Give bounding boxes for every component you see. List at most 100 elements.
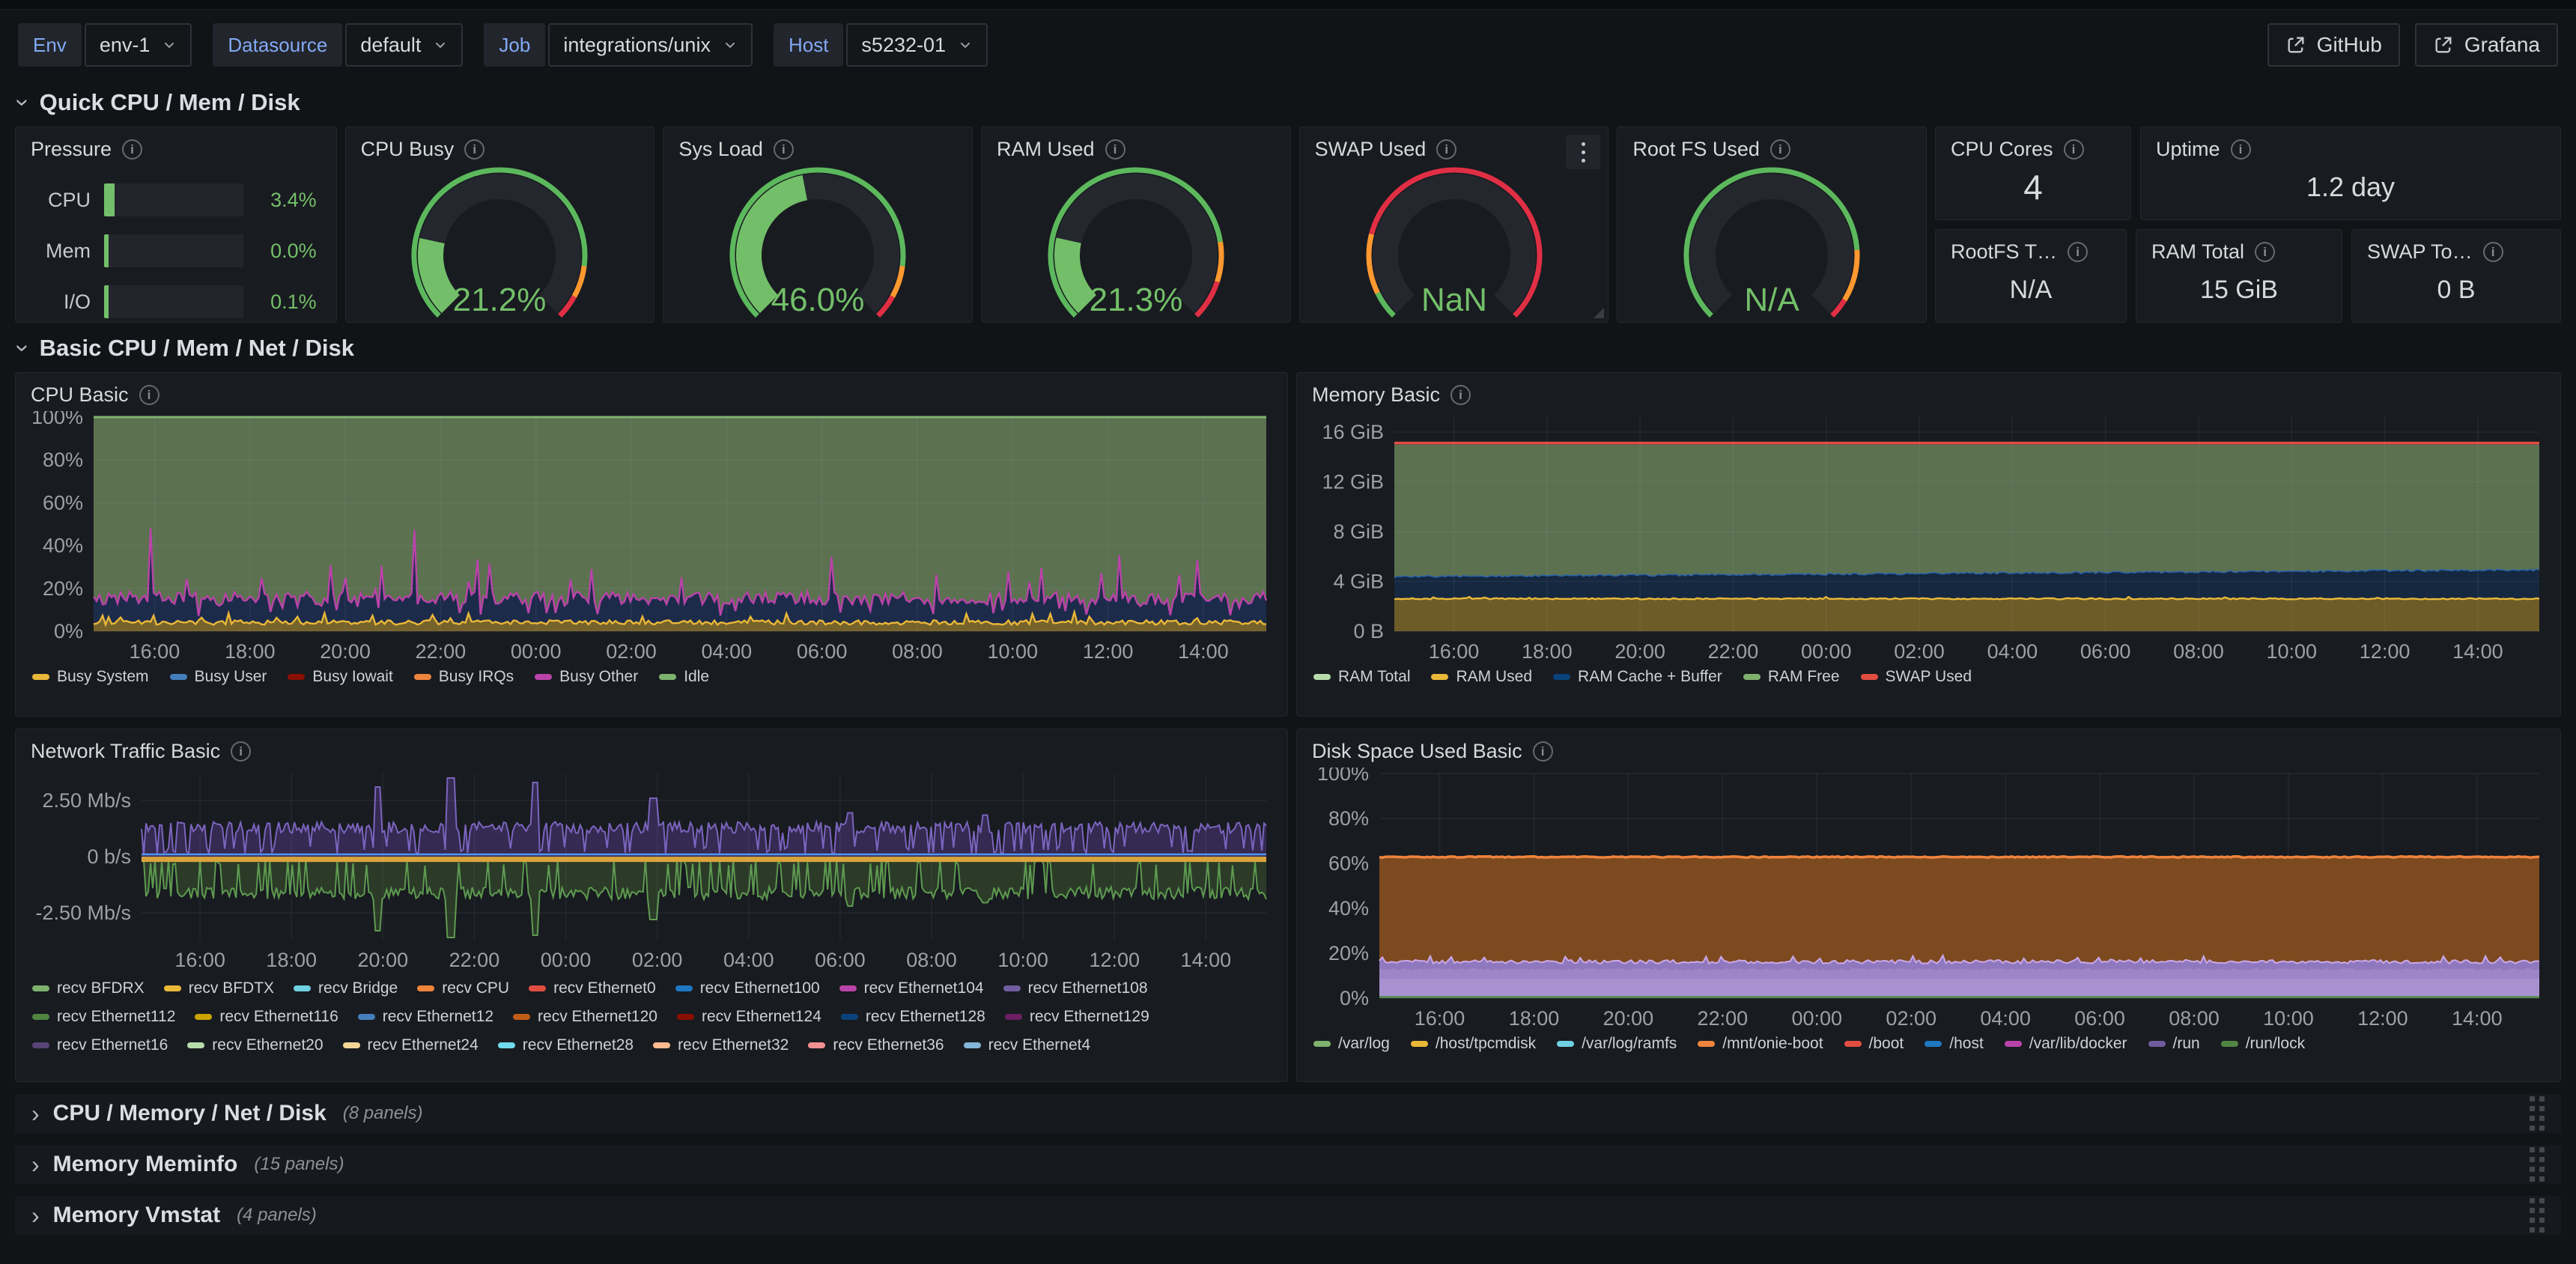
row-header-basic[interactable]: › Basic CPU / Mem / Net / Disk <box>19 335 2576 362</box>
legend-item[interactable]: recv Ethernet129 <box>1005 1008 1149 1026</box>
legend-item[interactable]: recv Ethernet0 <box>529 979 656 997</box>
legend-swatch <box>964 1042 981 1048</box>
panel-title[interactable]: SWAP To…i <box>2352 230 2560 264</box>
info-icon[interactable]: i <box>2068 242 2088 262</box>
legend-item[interactable]: recv Ethernet108 <box>1003 979 1148 997</box>
chart-canvas[interactable]: 100%80%60%40%20%0%16:0018:0020:0022:0000… <box>28 411 1274 661</box>
legend-item[interactable]: /var/lib/docker <box>2005 1035 2127 1053</box>
legend-item[interactable]: /boot <box>1844 1035 1904 1053</box>
legend-item[interactable]: Busy Other <box>535 668 638 686</box>
variable-value-dropdown[interactable]: s5232-01 <box>846 23 988 67</box>
variable-value-dropdown[interactable]: env-1 <box>85 23 192 67</box>
row-header-quick[interactable]: › Quick CPU / Mem / Disk <box>19 89 2576 116</box>
legend-item[interactable]: recv Ethernet16 <box>32 1036 168 1054</box>
legend-item[interactable]: RAM Free <box>1743 668 1840 686</box>
legend-item[interactable]: /var/log/ramfs <box>1557 1035 1677 1053</box>
info-icon[interactable]: i <box>464 139 484 159</box>
panel-title[interactable]: Root FS Usedi <box>1617 127 1926 161</box>
legend-item[interactable]: /host <box>1925 1035 1984 1053</box>
legend-item[interactable]: /run <box>2148 1035 2200 1053</box>
drag-handle-icon[interactable] <box>2530 1147 2545 1182</box>
info-icon[interactable]: i <box>1436 139 1456 159</box>
legend-item[interactable]: recv Ethernet32 <box>653 1036 789 1054</box>
legend-item[interactable]: recv Ethernet12 <box>358 1008 493 1026</box>
legend-item[interactable]: recv BFDTX <box>164 979 274 997</box>
panel-title[interactable]: RootFS T…i <box>1936 230 2126 264</box>
info-icon[interactable]: i <box>1450 385 1471 405</box>
legend-item[interactable]: recv Ethernet116 <box>195 1008 338 1026</box>
legend-item[interactable]: /var/log <box>1313 1035 1390 1053</box>
collapsed-row-0[interactable]: ›CPU / Memory / Net / Disk(8 panels) <box>15 1094 2561 1133</box>
legend-item[interactable]: recv Ethernet112 <box>32 1008 175 1026</box>
time-series-plot[interactable]: 16 GiB12 GiB8 GiB4 GiB0 B16:0018:0020:00… <box>1297 407 2560 665</box>
legend-item[interactable]: Busy System <box>32 668 149 686</box>
collapsed-row-1[interactable]: ›Memory Meminfo(15 panels) <box>15 1145 2561 1184</box>
legend-item[interactable]: recv Bridge <box>294 979 398 997</box>
info-icon[interactable]: i <box>1105 139 1126 159</box>
panel-ram-total: RAM Totali15 GiB <box>2136 229 2342 323</box>
legend-item[interactable]: recv Ethernet104 <box>839 979 984 997</box>
legend-item[interactable]: SWAP Used <box>1861 668 1972 686</box>
drag-handle-icon[interactable] <box>2530 1198 2545 1233</box>
legend-item[interactable]: recv Ethernet36 <box>808 1036 944 1054</box>
panel-title[interactable]: Sys Loadi <box>663 127 972 161</box>
legend-item[interactable]: recv Ethernet24 <box>343 1036 479 1054</box>
legend-item[interactable]: Busy IRQs <box>414 668 514 686</box>
panel-title[interactable]: SWAP Usedi <box>1300 127 1609 161</box>
panel-title[interactable]: CPU Basici <box>16 373 1287 407</box>
panel-title[interactable]: Memory Basici <box>1297 373 2560 407</box>
legend-item[interactable]: Idle <box>659 668 709 686</box>
info-icon[interactable]: i <box>1533 741 1553 762</box>
legend-item[interactable]: RAM Cache + Buffer <box>1553 668 1722 686</box>
panel-title[interactable]: Pressure i <box>16 127 336 161</box>
variable-value-dropdown[interactable]: integrations/unix <box>548 23 753 67</box>
chart-canvas[interactable]: 2.50 Mb/s0 b/s-2.50 Mb/s16:0018:0020:002… <box>28 768 1274 970</box>
info-icon[interactable]: i <box>2483 242 2503 262</box>
legend-item[interactable]: Busy Iowait <box>288 668 392 686</box>
legend-item[interactable]: recv Ethernet28 <box>498 1036 634 1054</box>
panel-menu-icon[interactable] <box>1566 135 1600 169</box>
legend-item[interactable]: /mnt/onie-boot <box>1698 1035 1823 1053</box>
time-series-plot[interactable]: 100%80%60%40%20%0%16:0018:0020:0022:0000… <box>16 407 1287 665</box>
info-icon[interactable]: i <box>774 139 794 159</box>
github-link-button[interactable]: GitHub <box>2267 23 2400 67</box>
panel-title[interactable]: CPU Coresi <box>1936 127 2130 161</box>
legend-item[interactable]: recv Ethernet100 <box>675 979 820 997</box>
panel-title[interactable]: Disk Space Used Basici <box>1297 729 2560 763</box>
drag-handle-icon[interactable] <box>2530 1096 2545 1131</box>
info-icon[interactable]: i <box>231 741 251 762</box>
legend-item[interactable]: recv CPU <box>417 979 509 997</box>
legend-swatch <box>294 985 311 991</box>
info-icon[interactable]: i <box>2231 139 2251 159</box>
info-icon[interactable]: i <box>139 385 160 405</box>
collapsed-row-2[interactable]: ›Memory Vmstat(4 panels) <box>15 1196 2561 1235</box>
legend-row: recv Ethernet16 recv Ethernet20 recv Ether… <box>32 1036 1271 1054</box>
info-icon[interactable]: i <box>1770 139 1790 159</box>
info-icon[interactable]: i <box>122 139 142 159</box>
info-icon[interactable]: i <box>2064 139 2084 159</box>
time-series-plot[interactable]: 2.50 Mb/s0 b/s-2.50 Mb/s16:0018:0020:002… <box>16 763 1287 973</box>
panel-title[interactable]: CPU Busyi <box>346 127 654 161</box>
legend-item[interactable]: recv Ethernet128 <box>841 1008 985 1026</box>
info-icon[interactable]: i <box>2255 242 2275 262</box>
time-series-plot[interactable]: 100%80%60%40%20%0%16:0018:0020:0022:0000… <box>1297 763 2560 1032</box>
panel-title[interactable]: RAM Usedi <box>982 127 1290 161</box>
chart-canvas[interactable]: 100%80%60%40%20%0%16:0018:0020:0022:0000… <box>1309 768 2547 1028</box>
resize-handle[interactable] <box>1594 308 1604 318</box>
chart-canvas[interactable]: 16 GiB12 GiB8 GiB4 GiB0 B16:0018:0020:00… <box>1309 411 2547 661</box>
legend-item[interactable]: recv Ethernet124 <box>677 1008 821 1026</box>
legend-item[interactable]: recv Ethernet20 <box>187 1036 323 1054</box>
legend-item[interactable]: /run/lock <box>2221 1035 2305 1053</box>
legend-item[interactable]: recv BFDRX <box>32 979 145 997</box>
legend-item[interactable]: /host/tpcmdisk <box>1411 1035 1536 1053</box>
legend-item[interactable]: RAM Used <box>1431 668 1532 686</box>
legend-item[interactable]: Busy User <box>170 668 267 686</box>
grafana-link-button[interactable]: Grafana <box>2415 23 2558 67</box>
legend-item[interactable]: recv Ethernet4 <box>964 1036 1091 1054</box>
panel-title[interactable]: RAM Totali <box>2136 230 2342 264</box>
legend-item[interactable]: RAM Total <box>1313 668 1410 686</box>
panel-title[interactable]: Network Traffic Basici <box>16 729 1287 763</box>
variable-value-dropdown[interactable]: default <box>345 23 463 67</box>
panel-title[interactable]: Uptimei <box>2141 127 2560 161</box>
legend-item[interactable]: recv Ethernet120 <box>513 1008 657 1026</box>
